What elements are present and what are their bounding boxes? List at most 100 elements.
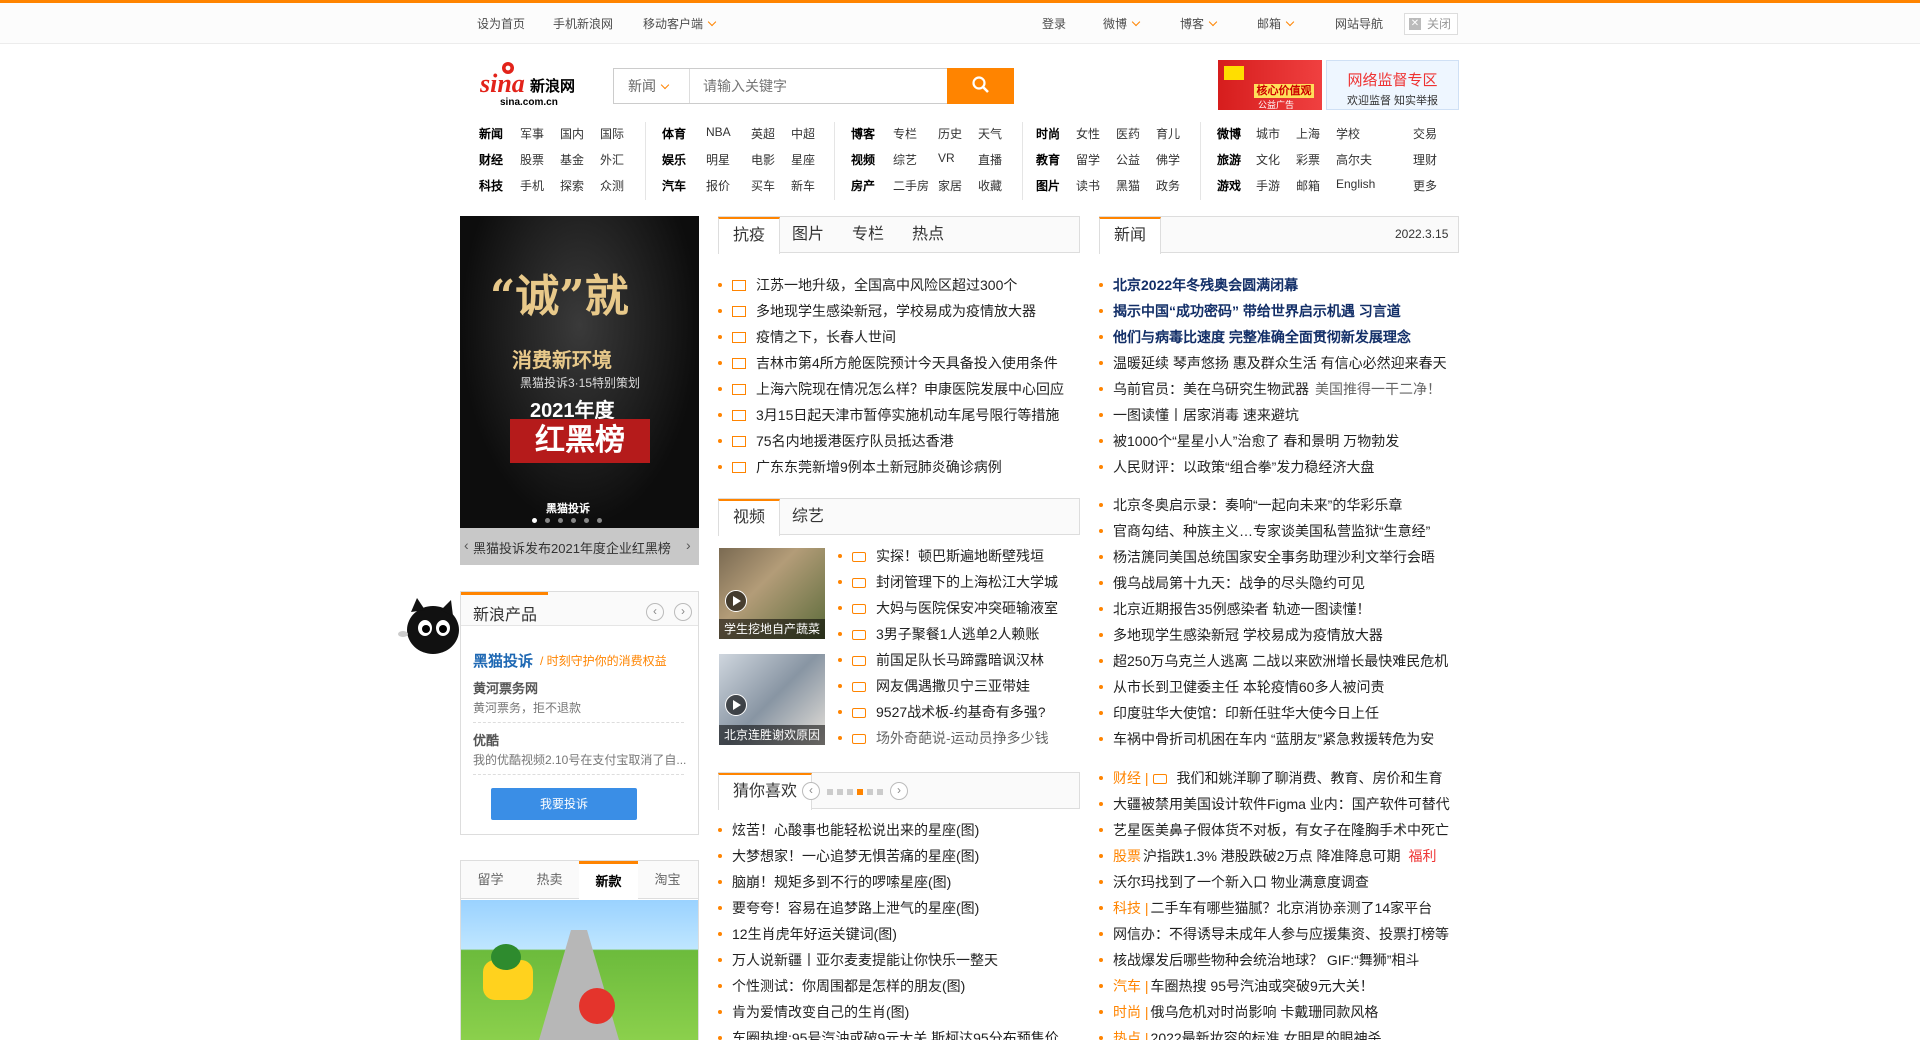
list-item[interactable]: 时尚 | 俄乌危机对时尚影响 卡戴珊同款风格 [1099,1002,1378,1022]
nav-item[interactable]: English [1336,177,1375,191]
close-button[interactable]: ✕ 关闭 [1404,13,1458,35]
list-item[interactable]: 科技 | 二手车有哪些猫腻？北京消协亲测了14家平台 [1099,898,1432,918]
banner-caption[interactable]: 黑猫投诉发布2021年度企业红黑榜 [473,538,671,557]
game-ad-image[interactable] [461,900,698,1040]
product-item-desc[interactable]: 黄河票务，拒不退款 [473,699,581,716]
chevron-right-icon[interactable]: › [674,603,692,621]
list-item[interactable]: 封闭管理下的上海松江大学城 [838,572,1058,592]
mail-menu[interactable]: 邮箱 [1257,15,1295,32]
list-item[interactable]: 超250万乌克兰人逃离 二战以来欧洲增长最快难民危机 [1099,651,1448,671]
promo-banner[interactable]: “诚”就 消费新环境 黑猫投诉3·15特别策划 2021年度 红黑榜 黑猫投诉 … [460,216,699,565]
core-values-ad[interactable]: 核心价值观 公益广告 [1218,60,1322,110]
nav-item[interactable]: 城市 [1256,125,1280,142]
search-input[interactable] [691,69,949,103]
nav-item[interactable]: 体育 [662,125,686,142]
nav-item[interactable]: 上海 [1296,125,1320,142]
nav-item[interactable]: 游戏 [1217,177,1241,194]
chevron-right-icon[interactable]: › [686,537,691,553]
tab-tabs2-0[interactable]: 视频 [718,499,781,536]
nav-item[interactable]: 新车 [791,177,815,194]
list-item[interactable]: 北京2022年冬残奥会圆满闭幕 [1099,275,1298,295]
list-item[interactable]: 多地现学生感染新冠 学校易成为疫情放大器 [1099,625,1383,645]
list-item[interactable]: 车圈热搜:95号汽油或破9元大关 斯柯达95分布预售价 [718,1028,1059,1040]
tab-tabs1-0[interactable]: 抗疫 [718,217,781,254]
search-category-select[interactable]: 新闻 [614,69,690,103]
nav-item[interactable]: 收藏 [978,177,1002,194]
nav-item[interactable]: 专栏 [893,125,917,142]
nav-item[interactable]: 手机 [520,177,544,194]
list-item[interactable]: 印度驻华大使馆：印新任驻华大使今日上任 [1099,703,1379,723]
product-item-desc[interactable]: 我的优酷视频2.10号在支付宝取消了自... [473,751,688,768]
list-item[interactable]: 要夸夸！容易在追梦路上泄气的星座(图) [718,898,979,918]
nav-item[interactable]: 明星 [706,151,730,168]
nav-item[interactable]: 家居 [938,177,962,194]
sina-logo[interactable]: sina 新浪网 sina.com.cn [479,58,592,110]
list-item[interactable]: 前国足队长马蹄露暗讽汉林 [838,650,1044,670]
tab-tabs1-3[interactable]: 热点 [898,217,958,253]
list-item[interactable]: 大疆被禁用美国设计软件Figma 业内：国产软件可替代 [1099,794,1450,814]
list-item[interactable]: 温暖延续 琴声悠扬 惠及群众生活 有信心必然迎来春天 [1099,353,1447,373]
list-item[interactable]: 俄乌战局第十九天：战争的尽头隐约可见 [1099,573,1365,593]
nav-item[interactable]: 视频 [851,151,875,168]
site-nav-link[interactable]: 网站导航 [1335,15,1383,32]
list-item[interactable]: 被1000个“星星小人”治愈了 春和景明 万物勃发 [1099,431,1399,451]
pager-dot[interactable] [558,518,563,523]
channel-tag[interactable]: 股票 [1113,848,1141,864]
list-item[interactable]: 财经 | 我们和姚洋聊了聊消费、教育、房价和生育 [1099,768,1443,788]
list-item[interactable]: 疫情之下，长春人世间 [718,327,896,347]
list-item[interactable]: 万人说新疆丨亚尔麦麦提能让你快乐一整天 [718,950,998,970]
pager-dot[interactable] [837,789,843,795]
list-item[interactable]: 股票 沪指跌1.3% 港股跌破2万点 降准降息可期 福利 [1099,846,1436,866]
nav-item[interactable]: 娱乐 [662,151,686,168]
nav-item[interactable]: 更多 [1413,177,1437,194]
product-item-title[interactable]: 黄河票务网 [473,678,538,697]
list-item[interactable]: 网信办：不得诱导未成年人参与应援集资、投票打榜等 [1099,924,1449,944]
nav-item[interactable]: 报价 [706,177,730,194]
chevron-left-icon[interactable]: ‹ [646,603,664,621]
nav-item[interactable]: 汽车 [662,177,686,194]
nav-item[interactable]: 军事 [520,125,544,142]
list-item[interactable]: 汽车 | 车圈热搜 95号汽油或突破9元大关！ [1099,976,1374,996]
nav-item[interactable]: 留学 [1076,151,1100,168]
list-item[interactable]: 沃尔玛找到了一个新入口 物业满意度调查 [1099,872,1369,892]
nav-item[interactable]: 财经 [479,151,503,168]
list-item[interactable]: 场外奇葩说-运动员挣多少钱 [838,728,1049,748]
pager-dot[interactable] [545,518,550,523]
nav-item[interactable]: VR [938,151,955,165]
pager-dot[interactable] [857,789,863,795]
nav-item[interactable]: 英超 [751,125,775,142]
nav-item[interactable]: 众测 [600,177,624,194]
channel-tag[interactable]: 财经 | [1113,770,1149,786]
channel-tag[interactable]: 热点 | [1113,1030,1149,1040]
list-item[interactable]: 北京近期报告35例感染者 轨迹一图读懂！ [1099,599,1370,619]
list-item[interactable]: 多地现学生感染新冠，学校易成为疫情放大器 [718,301,1036,321]
nav-item[interactable]: 中超 [791,125,815,142]
pager-dot[interactable] [584,518,589,523]
mobile-sina-link[interactable]: 手机新浪网 [553,15,613,32]
nav-item[interactable]: 二手房 [893,177,929,194]
list-item[interactable]: 网友偶遇撒贝宁三亚带娃 [838,676,1030,696]
list-item[interactable]: 肯为爱情改变自己的生肖(图) [718,1002,909,1022]
list-item[interactable]: 个性测试：你周围都是怎样的朋友(图) [718,976,965,996]
list-item[interactable]: 3男子聚餐1人逃单2人赖账 [838,624,1039,644]
list-item[interactable]: 广东东莞新增9例本土新冠肺炎确诊病例 [718,457,1002,477]
list-item[interactable]: 75名内地援港医疗队员抵达香港 [718,431,954,451]
list-item[interactable]: 他们与病毒比速度 完整准确全面贯彻新发展理念 [1099,327,1411,347]
list-item[interactable]: 车祸中骨折司机困在车内 “蓝朋友”紧急救援转危为安 [1099,729,1434,749]
tab-news[interactable]: 新闻 [1099,217,1162,254]
nav-item[interactable]: 新闻 [479,125,503,142]
nav-item[interactable]: 房产 [851,177,875,194]
set-homepage-link[interactable]: 设为首页 [477,15,525,32]
pager-dot[interactable] [597,518,602,523]
nav-item[interactable]: 政务 [1156,177,1180,194]
list-item[interactable]: 乌前官员：美在乌研究生物武器 美国推得一干二净！ [1099,379,1441,399]
nav-item[interactable]: 微博 [1217,125,1241,142]
nav-item[interactable]: 公益 [1116,151,1140,168]
nav-item[interactable]: 综艺 [893,151,917,168]
list-item[interactable]: 从市长到卫健委主任 本轮疫情60多人被问责 [1099,677,1384,697]
list-item[interactable]: 吉林市第4所方舱医院预计今天具备投入使用条件 [718,353,1058,373]
list-item[interactable]: 官商勾结、种族主义…专家谈美国私营监狱“生意经” [1099,521,1430,541]
nav-item[interactable]: 直播 [978,151,1002,168]
pager-dot[interactable] [571,518,576,523]
list-item[interactable]: 杨洁篪同美国总统国家安全事务助理沙利文举行会晤 [1099,547,1435,567]
